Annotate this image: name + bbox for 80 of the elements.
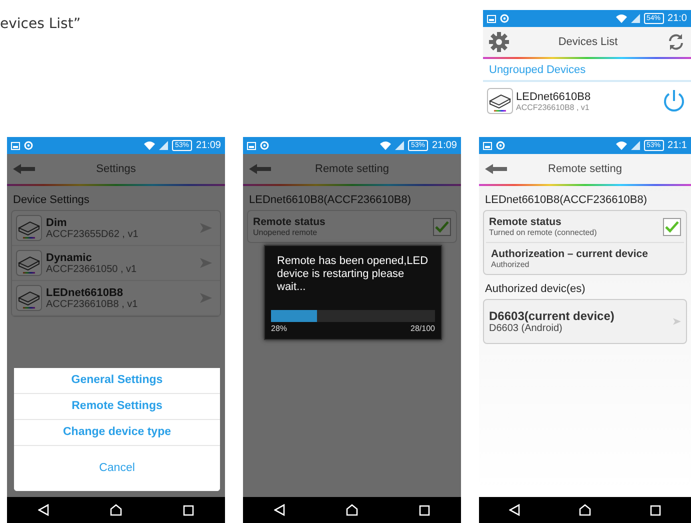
refresh-icon[interactable] (666, 33, 685, 51)
device-id: ACCF236610B8 , v1 (46, 298, 139, 310)
signal-icon (394, 141, 404, 150)
home-icon[interactable] (110, 504, 122, 516)
section-heading: Device Settings (12, 193, 90, 208)
device-heading: LEDnet6610B8(ACCF236610B8) (248, 193, 412, 208)
device-id: ACCF23661050 , v1 (46, 264, 138, 274)
device-box-icon (487, 88, 513, 114)
screen-title: Remote setting (548, 163, 622, 175)
progress-message: Remote has been opened,LED device is restarting please wait... (276, 255, 430, 294)
wifi-icon (144, 141, 155, 150)
setting-status: Turned on remote (connected) (489, 228, 598, 237)
checkbox[interactable] (663, 218, 681, 236)
chevron-icon (200, 293, 212, 303)
screen-title: Settings (96, 163, 136, 175)
device-name: Dim (46, 216, 68, 228)
setting-title: Authorizeation – current device (491, 248, 649, 260)
image-icon (11, 142, 20, 150)
setting-title: Remote status (253, 216, 326, 228)
device-name: D6603(current device) (489, 309, 616, 323)
device-id: ACCF23655D62 , v1 (46, 228, 140, 240)
wifi-icon (380, 141, 391, 150)
checkbox[interactable] (433, 218, 451, 236)
chevron-icon (673, 318, 681, 325)
screen-title: Devices List (558, 36, 618, 48)
device-row[interactable]: Dim ACCF23655D62 , v1 (12, 211, 220, 246)
clock-time: 21:1 (668, 140, 687, 151)
circle-icon (496, 141, 505, 150)
recent-apps-icon[interactable] (650, 504, 662, 516)
dialog-option[interactable]: General Settings (14, 368, 220, 394)
device-row[interactable]: LEDnet6610B8 ACCF236610B8 , v1 (483, 82, 691, 120)
signal-icon (630, 141, 640, 150)
signal-icon (630, 14, 640, 23)
screen-title: Remote setting (315, 163, 389, 175)
back-icon[interactable] (38, 504, 49, 516)
home-icon[interactable] (578, 504, 591, 516)
back-arrow-icon[interactable] (485, 164, 507, 174)
authorized-device-row[interactable]: D6603(current device) D6603 (Android) (484, 300, 686, 343)
device-row[interactable]: Dynamic ACCF23661050 , v1 (12, 246, 220, 281)
clock-time: 21:09 (432, 140, 457, 151)
caption-text: evices List” (0, 16, 81, 32)
section-heading: Authorized devic(es) (484, 282, 586, 297)
circle-icon (24, 141, 33, 150)
image-icon (483, 142, 492, 150)
progress-count: 28/100 (410, 324, 435, 333)
circle-icon (500, 14, 509, 23)
device-id: ACCF236610B8 , v1 (516, 102, 590, 112)
chevron-icon (200, 223, 212, 233)
recent-apps-icon[interactable] (183, 504, 194, 516)
recent-apps-icon[interactable] (419, 504, 430, 516)
signal-icon (158, 141, 168, 150)
setting-status: Authorized (491, 260, 530, 269)
section-heading: Ungrouped Devices (483, 59, 691, 82)
clock-time: 21:09 (196, 140, 221, 151)
power-icon[interactable] (663, 89, 685, 113)
setting-title: Remote status (489, 216, 562, 228)
device-row[interactable]: LEDnet6610B8 ACCF236610B8 , v1 (12, 281, 220, 316)
back-arrow-icon[interactable] (13, 164, 35, 174)
clock-time: 21:0 (668, 13, 687, 24)
chevron-icon (200, 258, 212, 268)
back-arrow-icon[interactable] (249, 164, 271, 174)
circle-icon (260, 141, 269, 150)
device-detail: D6603 (Android) (489, 323, 564, 334)
device-box-icon (16, 215, 42, 241)
progress-percent: 28% (271, 324, 288, 333)
device-box-icon (16, 250, 42, 276)
device-heading: LEDnet6610B8(ACCF236610B8) (484, 193, 648, 208)
home-icon[interactable] (346, 504, 358, 516)
wifi-icon (616, 14, 627, 23)
image-icon (487, 14, 496, 22)
back-icon[interactable] (274, 504, 285, 516)
setting-status: Unopened remote (253, 228, 318, 237)
back-icon[interactable] (508, 504, 520, 516)
device-name: LEDnet6610B8 (46, 286, 124, 298)
image-icon (247, 142, 256, 150)
settings-icon[interactable] (489, 32, 509, 52)
device-name: LEDnet6610B8 (516, 90, 592, 102)
device-box-icon (16, 285, 42, 311)
wifi-icon (616, 141, 627, 150)
device-name: Dynamic (46, 252, 93, 264)
